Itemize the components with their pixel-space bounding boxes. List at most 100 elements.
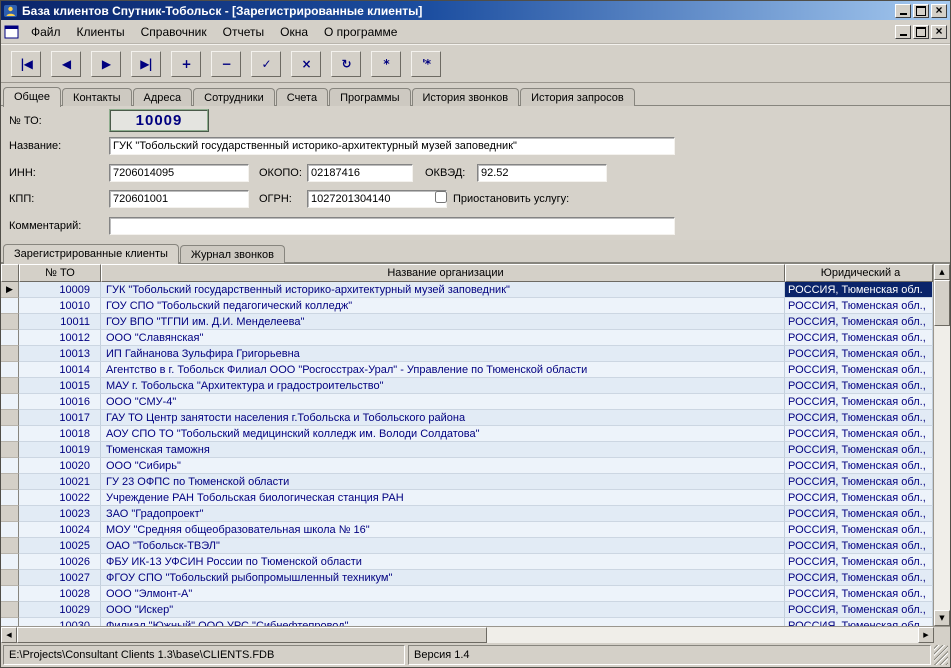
table-row[interactable]: 10023 ЗАО "Градопроект" РОССИЯ, Тюменская … [1,506,933,522]
mdi-restore-button[interactable] [913,24,929,39]
scroll-down-button[interactable]: ▼ [934,610,950,626]
cell-client-no: 10011 [19,314,101,330]
cell-legal-address: РОССИЯ, Тюменская обл., [785,362,933,378]
cell-legal-address: РОССИЯ, Тюменская обл., [785,538,933,554]
minimize-icon [899,13,907,15]
tab-programs[interactable]: Программы [329,88,411,106]
toolbar-delete-button[interactable]: − [211,50,241,77]
tab-general[interactable]: Общее [3,87,62,107]
menu-windows[interactable]: Окна [272,22,316,42]
row-indicator [1,586,19,602]
vertical-scrollbar[interactable]: ▲ ▼ [934,264,950,626]
toolbar-insert-button[interactable]: + [171,50,201,77]
table-row[interactable]: 10025 ОАО "Тобольск-ТВЭЛ" РОССИЯ, Тюменска… [1,538,933,554]
close-button[interactable]: × [931,3,947,18]
cell-legal-address: РОССИЯ, Тюменская обл., [785,298,933,314]
column-header-legal-address[interactable]: Юридический а [785,264,933,282]
scroll-left-button[interactable]: ◀ [1,627,17,643]
org-name-input[interactable] [109,137,675,155]
tab-call-history[interactable]: История звонков [411,88,520,106]
toolbar-first-button[interactable]: |◀ [11,50,41,77]
table-row[interactable]: 10013 ИП Гайнанова Зульфира Григорьевна РО… [1,346,933,362]
tab-addresses[interactable]: Адреса [132,88,193,106]
table-row[interactable]: 10030 Филиал "Южный" ООО УРС "Сибнефтепро… [1,618,933,626]
column-header-client-no[interactable]: № ТО [19,264,101,282]
menu-about[interactable]: О программе [316,22,405,42]
cell-org-name: ФБУ ИК-13 УФСИН России по Тюменской обла… [101,554,785,570]
inn-input[interactable] [109,164,249,182]
table-row[interactable]: ▶ 10009 ГУК "Тобольский государственный ис… [1,282,933,298]
cell-org-name: ООО "Славянская" [101,330,785,346]
scroll-right-button[interactable]: ▶ [918,627,934,643]
tab-registered-clients[interactable]: Зарегистрированные клиенты [3,244,179,264]
table-row[interactable]: 10026 ФБУ ИК-13 УФСИН России по Тюменской… [1,554,933,570]
cell-org-name: АОУ СПО ТО "Тобольский медицинский колле… [101,426,785,442]
table-row[interactable]: 10016 ООО "СМУ-4" РОССИЯ, Тюменская обл., [1,394,933,410]
table-row[interactable]: 10015 МАУ г. Тобольска "Архитектура и гра… [1,378,933,394]
menu-reports[interactable]: Отчеты [215,22,272,42]
menu-clients[interactable]: Клиенты [69,22,133,42]
horizontal-scroll-track[interactable] [487,627,918,643]
tab-employees[interactable]: Сотрудники [193,88,275,106]
horizontal-scroll-thumb[interactable] [17,627,487,643]
table-row[interactable]: 10019 Тюменская таможня РОССИЯ, Тюменская … [1,442,933,458]
mdi-minimize-button[interactable] [895,24,911,39]
scroll-up-button[interactable]: ▲ [934,264,950,280]
table-row[interactable]: 10027 ФГОУ СПО "Тобольский рыбопромышленн… [1,570,933,586]
cell-client-no: 10013 [19,346,101,362]
cell-client-no: 10018 [19,426,101,442]
vertical-scroll-thumb[interactable] [934,280,950,326]
toolbar-post-button[interactable]: ✓ [251,50,281,77]
table-row[interactable]: 10010 ГОУ СПО "Тобольский педагогический … [1,298,933,314]
table-row[interactable]: 10014 Агентство в г. Тобольск Филиал ООО … [1,362,933,378]
resize-grip[interactable] [934,645,948,665]
document-window-icon [4,25,19,39]
table-row[interactable]: 10017 ГАУ ТО Центр занятости населения г.… [1,410,933,426]
horizontal-scrollbar[interactable]: ◀ ▶ [1,626,950,643]
cell-org-name: ГОУ СПО "Тобольский педагогический колле… [101,298,785,314]
cell-client-no: 10030 [19,618,101,626]
vertical-scroll-track[interactable] [934,326,950,610]
minimize-button[interactable] [895,3,911,18]
table-row[interactable]: 10020 ООО "Сибирь" РОССИЯ, Тюменская обл., [1,458,933,474]
column-header-org-name[interactable]: Название организации [101,264,785,282]
tab-request-history[interactable]: История запросов [520,88,635,106]
okved-label: ОКВЭД: [425,167,466,179]
okopo-input[interactable] [307,164,413,182]
table-row[interactable]: 10029 ООО "Искер" РОССИЯ, Тюменская обл., [1,602,933,618]
title-bar[interactable]: База клиентов Спутник-Тобольск - [Зареги… [1,1,950,20]
mdi-close-button[interactable]: × [931,24,947,39]
toolbar-next-button[interactable]: ▶ [91,50,121,77]
ogrn-input[interactable] [307,190,447,208]
tab-contacts[interactable]: Контакты [62,88,132,106]
suspend-service-checkbox[interactable] [435,191,447,203]
row-indicator [1,602,19,618]
okved-input[interactable] [477,164,607,182]
row-indicator [1,378,19,394]
table-row[interactable]: 10028 ООО "Элмонт-А" РОССИЯ, Тюменская обл… [1,586,933,602]
menu-directory[interactable]: Справочник [133,22,215,42]
kpp-input[interactable] [109,190,249,208]
table-row[interactable]: 10024 МОУ "Средняя общеобразовательная шк… [1,522,933,538]
toolbar-cancel-button[interactable]: × [291,50,321,77]
table-row[interactable]: 10018 АОУ СПО ТО "Тобольский медицинский … [1,426,933,442]
comment-input[interactable] [109,217,675,235]
toolbar-cancel-updates-button[interactable]: '* [411,50,441,77]
table-row[interactable]: 10022 Учреждение РАН Тобольская биологиче… [1,490,933,506]
menu-file[interactable]: Файл [23,22,69,42]
toolbar-last-button[interactable]: ▶| [131,50,161,77]
toolbar-apply-updates-button[interactable]: * [371,50,401,77]
tab-call-log[interactable]: Журнал звонков [179,245,285,263]
client-form: № ТО: 10009 Название: ИНН: ОКОПО: ОКВЭД:… [1,106,950,240]
cell-client-no: 10029 [19,602,101,618]
tab-accounts[interactable]: Счета [275,88,329,106]
maximize-button[interactable] [913,3,929,18]
cell-client-no: 10009 [19,282,101,298]
toolbar-prior-button[interactable]: ◀ [51,50,81,77]
mdi-restore-icon [916,26,926,37]
table-row[interactable]: 10011 ГОУ ВПО "ТГПИ им. Д.И. Менделеева" Р… [1,314,933,330]
cell-legal-address: РОССИЯ, Тюменская обл., [785,378,933,394]
toolbar-refresh-button[interactable]: ↻ [331,50,361,77]
table-row[interactable]: 10021 ГУ 23 ОФПС по Тюменской области РОСС… [1,474,933,490]
table-row[interactable]: 10012 ООО "Славянская" РОССИЯ, Тюменская о… [1,330,933,346]
